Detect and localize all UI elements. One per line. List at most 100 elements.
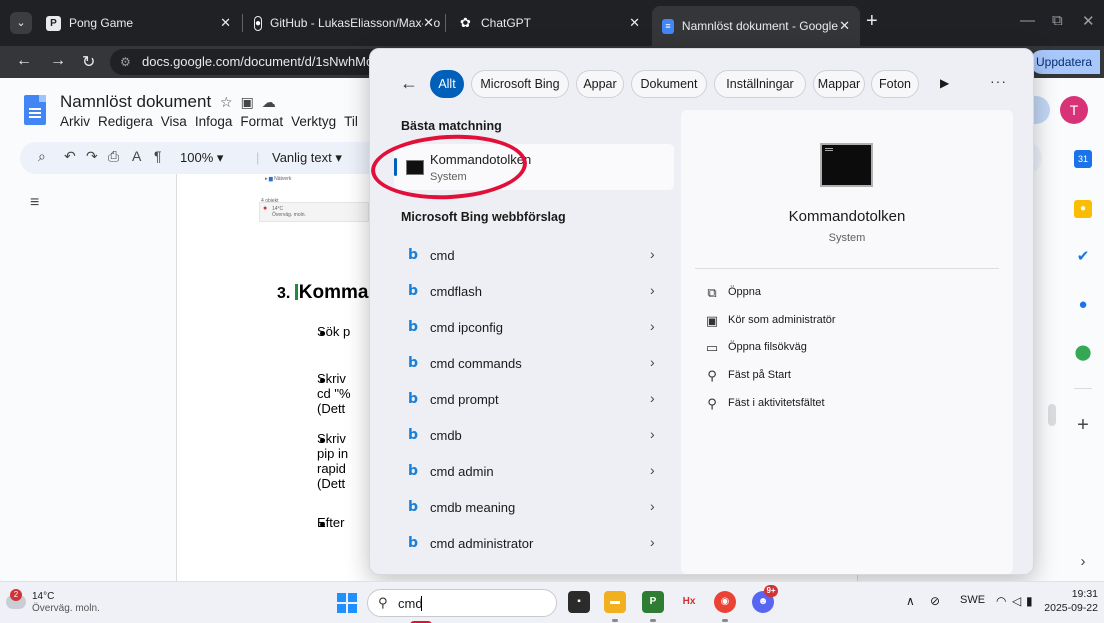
battery-icon[interactable]: ▮ <box>1026 594 1033 608</box>
expand-panel-icon[interactable]: › <box>1074 553 1092 571</box>
filter-settings[interactable]: Inställningar <box>714 70 806 98</box>
filter-all[interactable]: Allt <box>430 70 464 98</box>
chevron-right-icon[interactable]: › <box>650 246 655 262</box>
close-window-icon[interactable]: ✕ <box>1082 12 1095 30</box>
suggestion-item[interactable]: b cmd administrator › <box>394 525 682 561</box>
reload-icon[interactable]: ↻ <box>82 52 95 72</box>
filter-bing[interactable]: Microsoft Bing <box>471 70 569 98</box>
suggestion-item[interactable]: b cmdb meaning › <box>394 489 682 525</box>
new-tab-button[interactable]: + <box>866 10 878 33</box>
filter-documents[interactable]: Dokument <box>631 70 707 98</box>
chevron-right-icon[interactable]: › <box>650 318 655 334</box>
tray-app-icon[interactable]: ⊘ <box>930 594 940 608</box>
close-tab-icon[interactable]: ✕ <box>423 15 434 31</box>
add-addon-icon[interactable]: + <box>1074 415 1092 435</box>
forward-icon[interactable]: → <box>50 52 66 70</box>
teams-icon[interactable]: P <box>642 591 664 613</box>
hx-app-icon[interactable]: Hx <box>678 591 700 613</box>
site-info-icon[interactable]: ⚙ <box>120 49 131 75</box>
close-tab-icon[interactable]: ✕ <box>839 18 850 34</box>
style-select[interactable]: Vanlig text ▾ <box>272 150 342 166</box>
suggestion-item[interactable]: b cmd commands › <box>394 345 682 381</box>
chevron-right-icon[interactable]: › <box>650 390 655 406</box>
clock-time: 19:31 <box>1071 588 1098 600</box>
suggestion-item[interactable]: b cmdflash › <box>394 273 682 309</box>
task-view-icon[interactable]: ▪ <box>568 591 590 613</box>
filter-folders[interactable]: Mappar <box>813 70 865 98</box>
suggestion-item[interactable]: b cmd prompt › <box>394 381 682 417</box>
menu-infoga[interactable]: Infoga <box>195 114 233 129</box>
file-explorer-icon[interactable]: ▬ <box>604 591 626 613</box>
outline-icon[interactable]: ≡ <box>30 194 39 212</box>
suggestion-label: cmdflash <box>430 284 483 299</box>
chevron-right-icon[interactable]: › <box>650 354 655 370</box>
chevron-right-icon[interactable]: › <box>650 498 655 514</box>
more-filters-icon[interactable]: ▶ <box>940 76 949 90</box>
share-button[interactable] <box>1034 96 1050 124</box>
paint-format-icon[interactable]: ¶ <box>154 148 162 164</box>
menu-visa[interactable]: Visa <box>161 114 187 129</box>
update-button[interactable]: Uppdatera ⋮ <box>1030 50 1100 93</box>
more-options-icon[interactable]: ··· <box>990 73 1007 89</box>
chrome-icon[interactable]: ◉ <box>714 591 736 613</box>
wifi-icon[interactable]: ◠ <box>996 594 1006 608</box>
maps-icon[interactable]: ⬤ <box>1074 344 1092 362</box>
tab-pong-game[interactable]: P Pong Game ✕ <box>36 8 241 38</box>
tab-github[interactable]: ● GitHub - LukasEliasson/Max-Bo ✕ <box>244 8 444 38</box>
menu-verktyg[interactable]: Verktyg <box>291 114 336 129</box>
weather-widget[interactable]: 2 14°C Överväg. moln. <box>6 589 136 617</box>
scrollbar-thumb[interactable] <box>1048 404 1056 426</box>
print-icon[interactable]: ⎙ <box>108 148 119 165</box>
docs-logo-icon[interactable] <box>24 95 46 125</box>
windows-logo-pane <box>348 593 357 602</box>
thumb-weather-icon: ● <box>263 205 268 212</box>
zoom-select[interactable]: 100% ▾ <box>180 150 223 166</box>
undo-icon[interactable]: ↶ <box>64 148 76 165</box>
clock[interactable]: 19:31 2025-09-22 <box>1038 587 1098 615</box>
cloud-status-icon[interactable]: ☁ <box>262 94 284 110</box>
chevron-right-icon[interactable]: › <box>650 282 655 298</box>
tasks-icon[interactable]: ✔ <box>1074 248 1092 266</box>
minimize-icon[interactable]: — <box>1020 12 1035 29</box>
calendar-icon[interactable]: 31 <box>1074 150 1092 168</box>
tab-title: Namnlöst dokument - Google D <box>681 19 850 33</box>
close-tab-icon[interactable]: ✕ <box>220 15 231 31</box>
back-icon[interactable]: ← <box>16 52 32 70</box>
suggestion-item[interactable]: b cmd › <box>394 237 682 273</box>
spellcheck-icon[interactable]: A <box>132 148 141 164</box>
tab-chatgpt[interactable]: ✿ ChatGPT ✕ <box>448 8 650 38</box>
filter-apps[interactable]: Appar <box>576 70 624 98</box>
menu-tillagg[interactable]: Til <box>344 114 358 129</box>
menu-arkiv[interactable]: Arkiv <box>60 114 90 129</box>
document-title[interactable]: Namnlöst dokument <box>60 92 211 112</box>
contacts-icon[interactable]: ● <box>1074 296 1092 314</box>
close-tab-icon[interactable]: ✕ <box>629 15 640 31</box>
suggestion-item[interactable]: b cmdb › <box>394 417 682 453</box>
volume-icon[interactable]: ◁ <box>1012 594 1021 608</box>
suggestion-item[interactable]: b cmd admin › <box>394 453 682 489</box>
tab-google-docs[interactable]: ≡ Namnlöst dokument - Google D ✕ <box>652 6 860 46</box>
suggestion-item[interactable]: b cmd ipconfig › <box>394 309 682 345</box>
star-icon[interactable]: ☆ <box>220 94 241 110</box>
filter-photos[interactable]: Foton <box>871 70 919 98</box>
taskbar-search-box[interactable]: ⚲ cmd <box>367 589 557 617</box>
address-bar[interactable]: ⚙ docs.google.com/document/d/1sNwhMc6B <box>110 49 410 75</box>
input-language[interactable]: SWE <box>960 594 985 606</box>
start-button[interactable] <box>337 593 357 613</box>
search-menus-icon[interactable]: ⌕ <box>38 148 46 165</box>
back-arrow-icon[interactable]: ← <box>400 73 418 94</box>
move-folder-icon[interactable]: ▣ <box>241 94 262 110</box>
tab-search-button[interactable]: ⌄ <box>10 12 32 34</box>
menu-format[interactable]: Format <box>240 114 283 129</box>
chevron-right-icon[interactable]: › <box>650 426 655 442</box>
chevron-right-icon[interactable]: › <box>650 462 655 478</box>
chevron-right-icon[interactable]: › <box>650 534 655 550</box>
restore-icon[interactable]: ⧉ <box>1052 12 1063 29</box>
tray-overflow-icon[interactable]: ∧ <box>906 594 915 608</box>
text-cursor <box>294 284 298 300</box>
keep-icon[interactable]: ● <box>1074 200 1092 218</box>
side-panel: 31 ● ✔ ● ⬤ + › <box>1062 78 1104 581</box>
redo-icon[interactable]: ↷ <box>86 148 98 165</box>
bing-icon: b <box>408 247 419 263</box>
menu-redigera[interactable]: Redigera <box>98 114 153 129</box>
